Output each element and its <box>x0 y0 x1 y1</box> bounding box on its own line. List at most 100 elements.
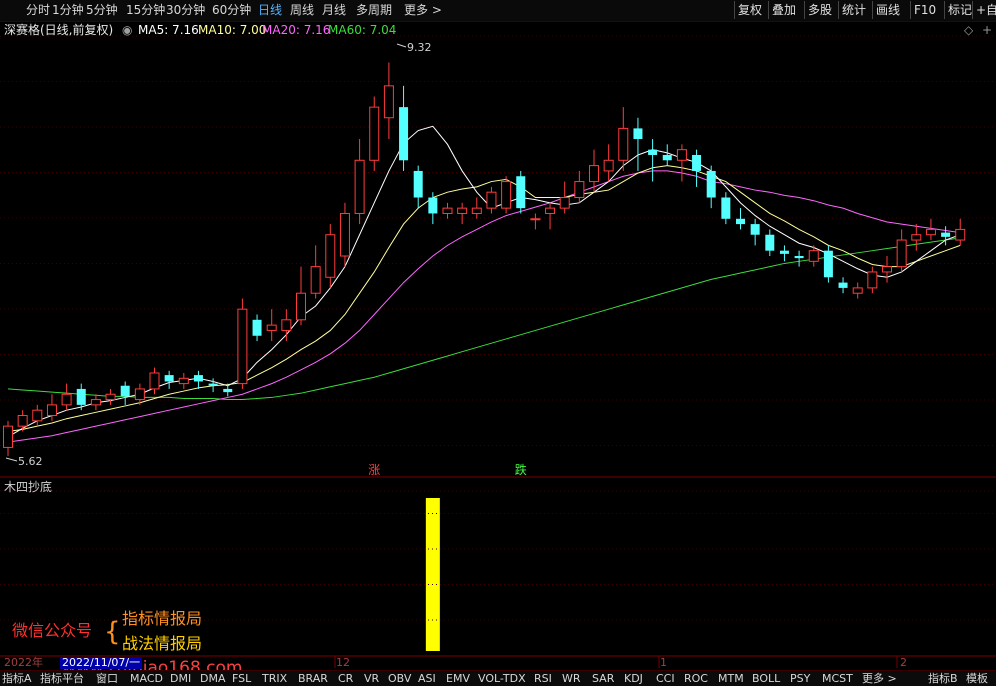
tab-3[interactable]: MACD <box>130 671 163 686</box>
candle-body-up <box>882 266 892 273</box>
candle-body-up <box>32 409 43 422</box>
candle-body-up <box>618 127 629 161</box>
watermark-line2: 战法情报局 <box>122 634 203 653</box>
candle-body-down <box>120 385 130 397</box>
candle-body-up <box>925 228 936 236</box>
candle-body-up <box>178 377 189 385</box>
tab-4[interactable]: DMI <box>170 671 191 686</box>
candle-body-up <box>296 292 306 321</box>
watermark-wechat: 微信公众号 <box>12 621 93 640</box>
candle-body-up <box>867 271 878 289</box>
date-axis-year: 2022年 <box>4 656 43 669</box>
candle-body-down <box>941 232 951 237</box>
candle-body-up <box>149 372 160 390</box>
candle-body-down <box>765 234 775 251</box>
tab-2[interactable]: 窗口 <box>96 671 118 686</box>
candle-body-up <box>676 149 687 161</box>
tab-8[interactable]: BRAR <box>298 671 328 686</box>
signal-marker: 跌 <box>515 462 527 477</box>
brace-icon: { <box>104 617 121 647</box>
candle-body-up <box>911 234 922 241</box>
candle-body-down <box>736 218 745 225</box>
candle-body-up <box>808 250 819 262</box>
tab-20[interactable]: ROC <box>684 671 708 686</box>
tab-1[interactable]: 指标平台 <box>40 671 84 686</box>
candle-body-up <box>369 106 380 161</box>
candle-body-up <box>61 393 72 406</box>
candle-body-down <box>193 375 203 382</box>
candle-body-up <box>896 239 907 268</box>
tab-7[interactable]: TRIX <box>262 671 287 686</box>
candle-body-up <box>545 207 556 214</box>
tab-11[interactable]: OBV <box>388 671 411 686</box>
tab-12[interactable]: ASI <box>418 671 436 686</box>
candle-body-up <box>339 212 350 257</box>
date-axis-jan: 1 <box>660 656 667 669</box>
candle-body-up <box>90 399 101 406</box>
candle-body-up <box>589 165 599 183</box>
low-price-label: 5.62 <box>18 455 43 468</box>
candle-body-down <box>208 383 218 386</box>
candle-body-up <box>281 319 292 331</box>
candle-body-up <box>310 266 321 294</box>
candle-body-up <box>442 207 453 214</box>
candle-body-up <box>501 181 512 209</box>
tab-27[interactable]: 模板 <box>966 671 988 686</box>
tab-21[interactable]: MTM <box>718 671 744 686</box>
candle-body-up <box>266 324 277 331</box>
tab-23[interactable]: PSY <box>790 671 810 686</box>
date-cursor-label: 2022/11/07/一 <box>60 656 143 669</box>
tab-24[interactable]: MCST <box>822 671 853 686</box>
candle-body-down <box>413 170 423 198</box>
tab-16[interactable]: WR <box>562 671 581 686</box>
tab-14[interactable]: VOL-TDX <box>478 671 526 686</box>
candle-body-down <box>633 128 643 140</box>
candle-body-down <box>779 250 789 254</box>
candlestick-chart: 9.32 5.62 涨 跌 <box>0 35 996 668</box>
candle-body-up <box>486 191 497 209</box>
candle-body-up <box>574 181 585 199</box>
candle-body-up <box>852 287 863 294</box>
tab-6[interactable]: FSL <box>232 671 251 686</box>
indicator-title: 木四抄底 <box>4 480 53 494</box>
chart-area: 9.32 5.62 涨 跌 <box>0 0 996 685</box>
candle-body-down <box>223 388 233 393</box>
tab-25[interactable]: 更多 > <box>862 671 897 686</box>
tab-17[interactable]: SAR <box>592 671 614 686</box>
candle-body-down <box>252 319 262 336</box>
tab-5[interactable]: DMA <box>200 671 226 686</box>
candle-body-up <box>457 207 468 214</box>
candle-body-down <box>164 375 174 382</box>
candle-body-down <box>399 107 409 161</box>
date-axis-feb: 2 <box>900 656 907 669</box>
candle-body-down <box>823 250 833 278</box>
tab-0[interactable]: 指标A <box>2 671 32 686</box>
tab-22[interactable]: BOLL <box>752 671 780 686</box>
candle-body-up <box>134 388 145 401</box>
tab-26[interactable]: 指标B <box>928 671 958 686</box>
candle-body-up <box>325 234 336 278</box>
candle-body-down <box>662 154 672 161</box>
candle-body-down <box>648 149 658 155</box>
candle-body-down <box>428 197 438 214</box>
candle-body-up <box>603 159 614 172</box>
high-price-label: 9.32 <box>407 41 432 54</box>
candle-body-down <box>721 197 731 219</box>
tab-19[interactable]: CCI <box>656 671 675 686</box>
indicator-signal-bar <box>425 498 440 651</box>
candle-body-up <box>530 218 541 221</box>
ma10-line <box>7 165 961 432</box>
candle-body-down <box>706 170 716 198</box>
indicator-tabs: 指标A 指标平台 窗口 MACD DMI DMA FSL TRIX BRAR CR VR OBV ASI… <box>0 670 996 686</box>
candle-body-up <box>354 159 365 214</box>
tab-18[interactable]: KDJ <box>624 671 643 686</box>
tab-15[interactable]: RSI <box>534 671 552 686</box>
tab-9[interactable]: CR <box>338 671 353 686</box>
candle-body-up <box>955 228 966 241</box>
tab-13[interactable]: EMV <box>446 671 470 686</box>
tab-10[interactable]: VR <box>364 671 379 686</box>
watermark-line1: 指标情报局 <box>122 609 203 628</box>
candle-body-up <box>46 404 57 417</box>
candle-body-up <box>559 197 570 209</box>
candle-body-down <box>516 176 526 209</box>
